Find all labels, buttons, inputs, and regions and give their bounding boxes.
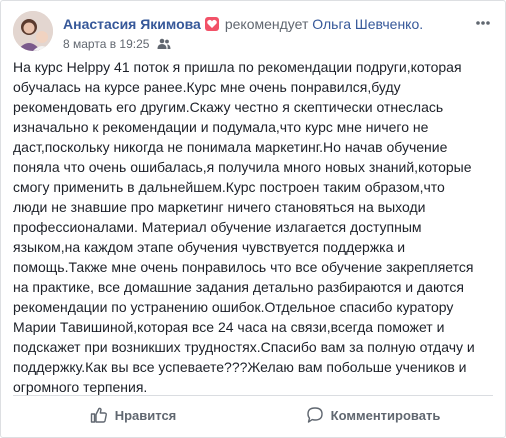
post-timestamp[interactable]: 8 марта в 19:25 xyxy=(63,37,149,51)
author-name[interactable]: Анастасия Якимова xyxy=(63,16,201,32)
post-actions: Нравится Комментировать xyxy=(13,397,493,433)
comment-icon xyxy=(306,407,323,423)
recommends-label: рекомендует xyxy=(224,16,309,32)
like-button[interactable]: Нравится xyxy=(13,397,253,433)
avatar[interactable] xyxy=(13,11,53,51)
post-header: Анастасия Якимова рекомендует Ольга Шевче… xyxy=(13,11,493,57)
comment-button[interactable]: Комментировать xyxy=(253,397,493,433)
post-meta: 8 марта в 19:25 xyxy=(63,37,171,53)
recommended-page-link[interactable]: Ольга Шевченко. xyxy=(312,16,423,32)
like-label: Нравится xyxy=(114,407,177,423)
post-body-text: На курс Helppy 41 поток я пришла по реко… xyxy=(13,59,475,395)
post-title-line: Анастасия Якимова рекомендует Ольга Шевче… xyxy=(63,15,423,33)
recommend-badge-icon xyxy=(204,17,219,31)
recommendation-post: Анастасия Якимова рекомендует Ольга Шевче… xyxy=(0,0,506,438)
more-options-icon[interactable] xyxy=(473,15,493,31)
actions-divider xyxy=(13,395,493,396)
like-icon xyxy=(90,407,107,423)
friends-audience-icon[interactable] xyxy=(157,38,171,53)
comment-label: Комментировать xyxy=(330,407,441,423)
